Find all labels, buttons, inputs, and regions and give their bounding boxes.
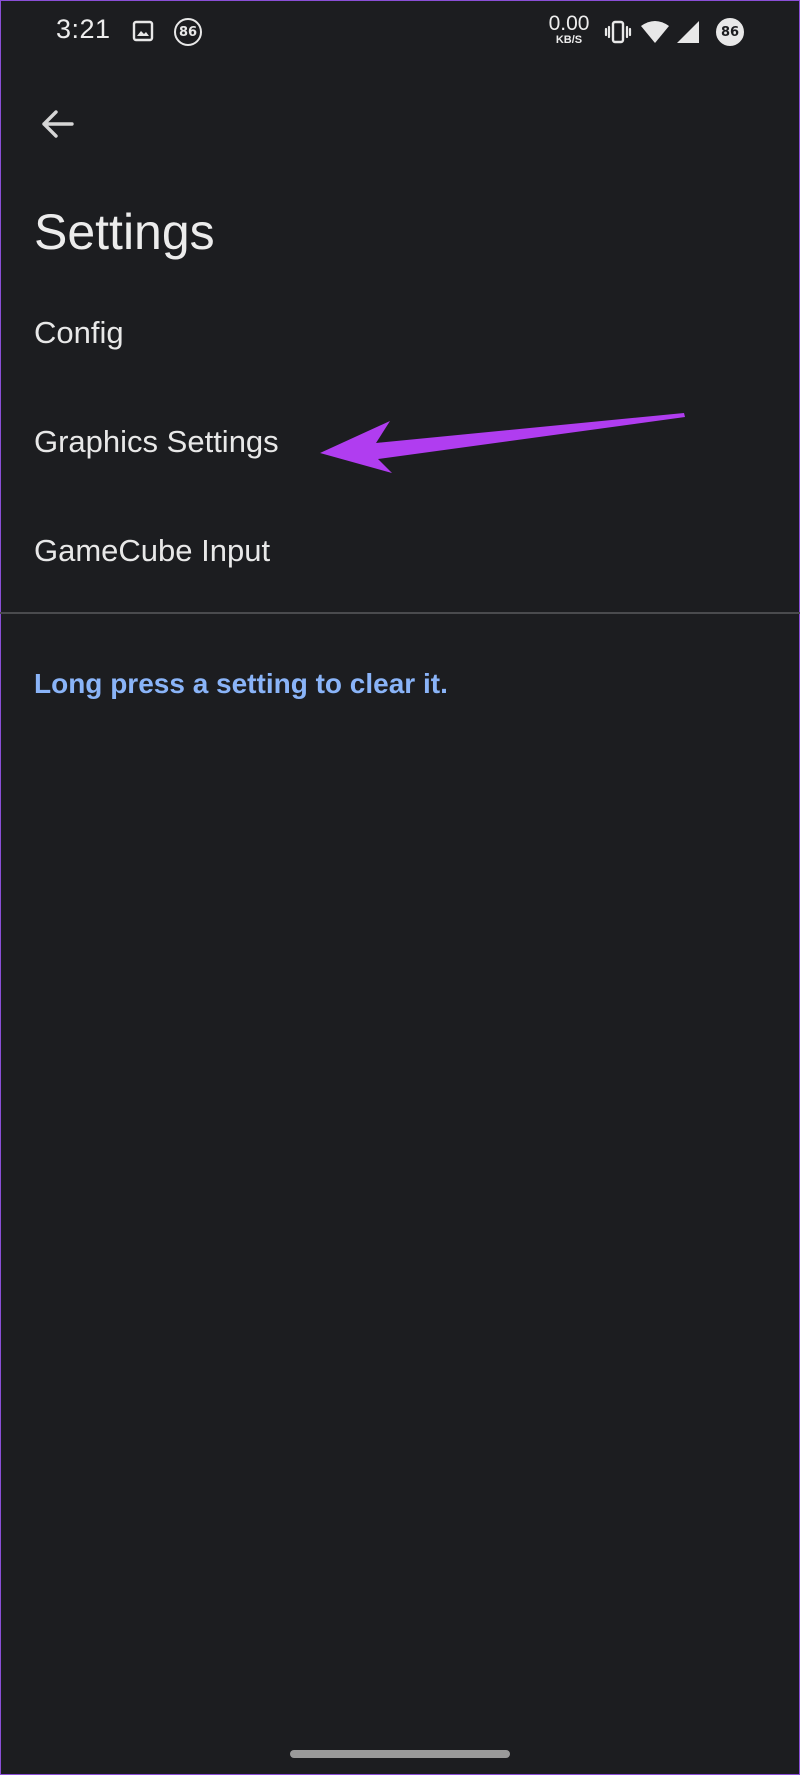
network-speed: 0.00 KB/S xyxy=(546,13,592,46)
hint-text: Long press a setting to clear it. xyxy=(34,668,448,699)
network-speed-value: 0.00 xyxy=(548,12,590,35)
settings-item-label: Config xyxy=(34,314,124,350)
settings-item-label: Graphics Settings xyxy=(34,423,279,459)
network-speed-unit: KB/S xyxy=(555,34,583,46)
navigation-handle[interactable] xyxy=(290,1750,510,1758)
screenshot-frame xyxy=(0,0,800,1775)
battery-badge-icon: 86 xyxy=(716,18,744,46)
annotation-arrow-icon xyxy=(320,413,685,473)
arrow-left-icon xyxy=(42,110,74,138)
settings-item-gamecube-input[interactable]: GameCube Input xyxy=(0,507,800,616)
settings-item-label: GameCube Input xyxy=(34,532,271,568)
back-button[interactable] xyxy=(30,96,86,152)
gallery-icon xyxy=(132,20,154,42)
page-title: Settings xyxy=(34,204,215,260)
notification-badge-icon: 86 xyxy=(174,18,202,46)
signal-icon xyxy=(677,21,699,43)
divider xyxy=(0,612,800,614)
settings-item-config[interactable]: Config xyxy=(0,289,800,398)
wifi-icon xyxy=(641,21,669,43)
status-bar: 3:21 86 0.00 KB/S 86 xyxy=(0,0,800,62)
status-time: 3:21 xyxy=(56,14,111,44)
vibrate-icon xyxy=(604,20,632,44)
